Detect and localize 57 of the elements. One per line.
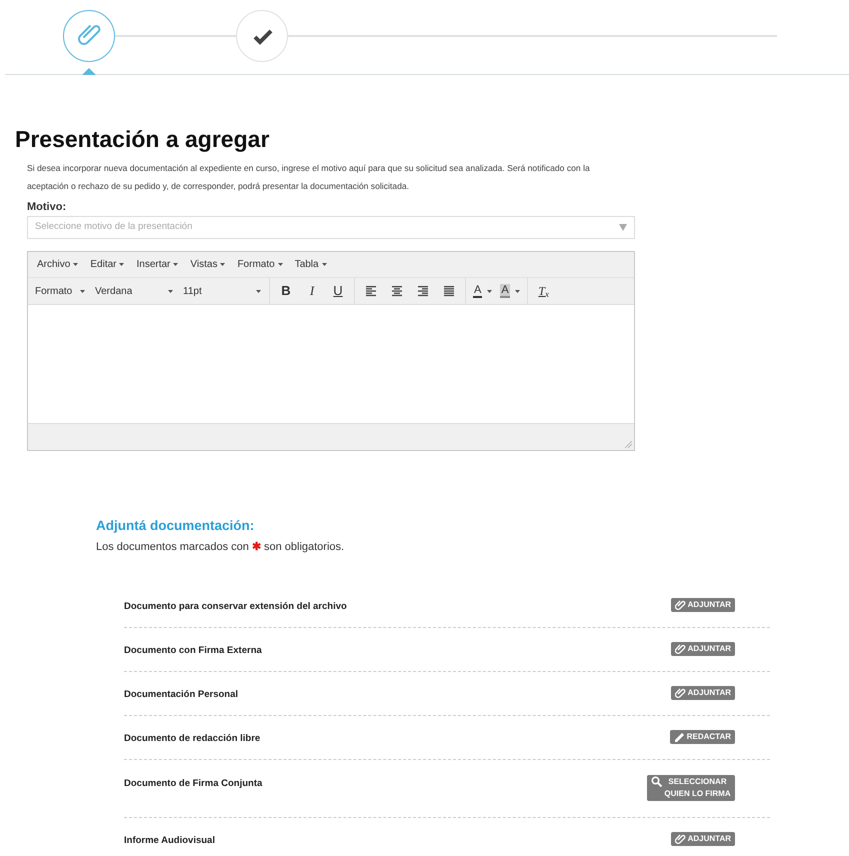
toolbar-dropdown[interactable]: 11pt xyxy=(178,280,266,302)
page-title: Presentación a agregar xyxy=(15,125,270,153)
pencil-icon xyxy=(674,730,685,742)
caret-icon xyxy=(119,263,124,266)
menu-item[interactable]: Insertar xyxy=(131,254,184,274)
caret-icon xyxy=(80,290,85,292)
field-label: Motivo: xyxy=(27,200,68,215)
menu-item[interactable]: Tabla xyxy=(290,254,332,274)
placeholder-text: Seleccione motivo de la presentación xyxy=(35,220,192,234)
menu-item[interactable]: Formato xyxy=(232,254,288,274)
caret-icon xyxy=(487,290,492,292)
italic-button[interactable]: I xyxy=(299,280,325,302)
description: Si desea incorporar nueva documentación al expediente en curso, ingrese el motivo aquí para que su solicitud sea analizada. Será notificado con la aceptación o rechazo de su pedido y, de corresponder, podrá presentar la documentación solicitada. xyxy=(27,162,591,193)
caret-icon xyxy=(73,263,78,266)
document-name: Documento con Firma Externa xyxy=(124,644,262,658)
text-color-button[interactable]: A xyxy=(469,280,496,302)
document-name: Documento de Firma Conjunta xyxy=(124,776,262,790)
align-center-icon xyxy=(391,285,403,297)
attach-button[interactable]: ADJUNTAR xyxy=(670,686,735,700)
section-heading: Adjuntá documentación: xyxy=(96,517,256,535)
caret-icon xyxy=(173,263,178,266)
menu-item[interactable]: Vistas xyxy=(185,254,230,274)
align-left-icon xyxy=(365,285,377,297)
toolbar-dropdown[interactable]: Formato xyxy=(30,280,90,302)
paperclip-icon xyxy=(674,642,686,654)
caret-icon xyxy=(220,263,226,266)
highlight-button[interactable]: A xyxy=(496,280,524,302)
caret-icon xyxy=(168,290,173,292)
bold-button[interactable]: B xyxy=(273,280,299,302)
toolbar-dropdown[interactable]: Verdana xyxy=(90,280,178,302)
document-name: Documento para conservar extensión del archivo xyxy=(124,600,347,614)
underline-button[interactable]: U xyxy=(325,280,351,302)
dropdown-arrow-icon xyxy=(619,224,627,231)
caret-icon xyxy=(514,290,520,292)
menu-item[interactable]: Editar xyxy=(85,254,130,274)
select-signer-button[interactable]: SELECCIONAR QUIEN LO FIRMA xyxy=(647,774,735,800)
document-name: Documentación Personal xyxy=(124,688,238,702)
menu-item[interactable]: Archivo xyxy=(32,254,84,274)
search-icon xyxy=(651,776,662,786)
required-note: Los documentos marcados con ✱ son obligatorios. xyxy=(96,540,346,555)
clear-format-button[interactable]: T$_{x}$ xyxy=(530,280,557,302)
step-pointer-icon xyxy=(82,68,96,75)
attach-button[interactable]: ADJUNTAR xyxy=(670,642,735,656)
paperclip-icon xyxy=(674,598,686,610)
attach-button[interactable]: ADJUNTAR xyxy=(670,832,735,846)
write-button[interactable]: REDACTAR xyxy=(670,730,735,744)
resize-handle-icon[interactable] xyxy=(625,441,632,448)
paperclip-icon xyxy=(674,832,686,844)
paperclip-icon xyxy=(674,686,686,698)
attach-button[interactable]: ADJUNTAR xyxy=(670,598,735,612)
caret-icon xyxy=(278,263,283,266)
caret-icon xyxy=(256,290,261,292)
document-name: Documento de redacción libre xyxy=(124,732,260,746)
align-justify-icon xyxy=(443,285,455,297)
document-name: Informe Audiovisual xyxy=(124,834,215,848)
align-right-icon xyxy=(417,285,429,297)
caret-icon xyxy=(322,263,327,266)
